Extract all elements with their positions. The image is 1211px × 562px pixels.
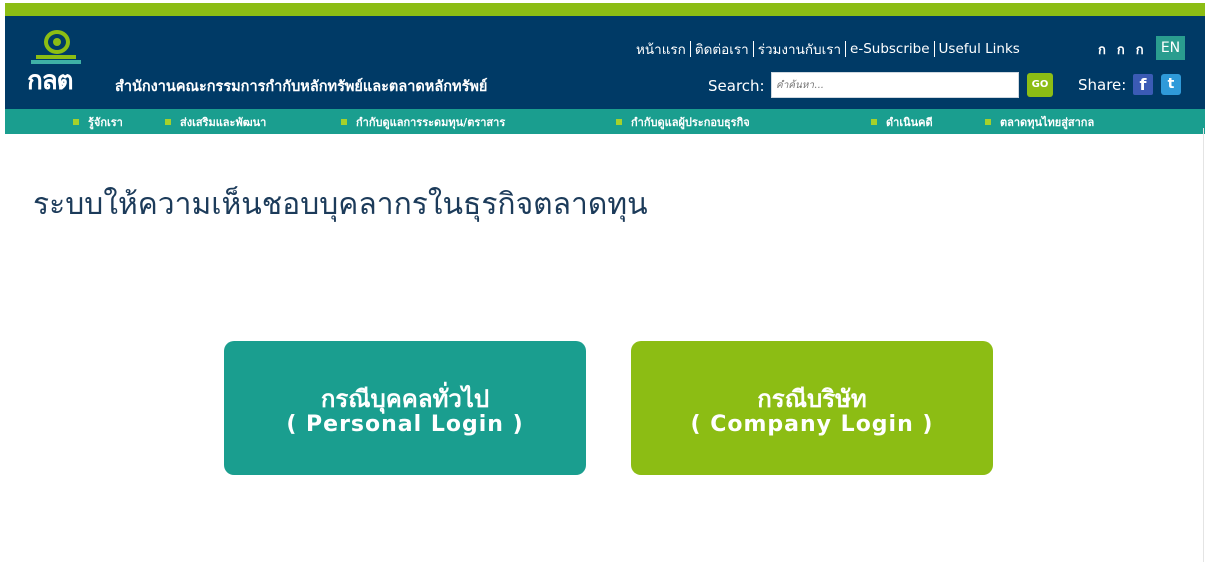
nav-item-business-supervision[interactable]: กำกับดูแลผู้ประกอบธุรกิจ (616, 109, 750, 134)
sec-logo[interactable]: กลต (23, 24, 103, 99)
link-divider (845, 41, 847, 57)
nav-item-international[interactable]: ตลาดทุนไทยสู่สากล (985, 109, 1094, 134)
nav-item-label: รู้จักเรา (88, 115, 123, 129)
bullet-icon (73, 118, 79, 125)
search-input[interactable] (771, 72, 1019, 98)
font-size-small[interactable]: ก (1098, 39, 1106, 60)
nav-item-enforcement[interactable]: ดำเนินคดี (871, 109, 933, 134)
link-e-subscribe[interactable]: e-Subscribe (850, 41, 930, 57)
language-en-button[interactable]: EN (1156, 36, 1185, 60)
logo-dot-icon (53, 38, 61, 46)
nav-item-promotion[interactable]: ส่งเสริมและพัฒนา (165, 109, 266, 134)
nav-item-fundraising[interactable]: กำกับดูแลการระดมทุน/ตราสาร (341, 109, 505, 134)
page-edge-divider (1203, 128, 1204, 562)
facebook-icon[interactable]: f (1133, 74, 1153, 95)
bullet-icon (165, 118, 171, 125)
main-navigation: รู้จักเรา ส่งเสริมและพัฒนา กำกับดูแลการร… (5, 109, 1205, 134)
search-label: Search: (708, 77, 765, 95)
bullet-icon (871, 118, 877, 125)
link-careers[interactable]: ร่วมงานกับเรา (758, 38, 841, 60)
personal-login-button[interactable]: กรณีบุคคลทั่วไป ( Personal Login ) (224, 341, 586, 475)
share-label: Share: (1078, 76, 1127, 94)
nav-item-label: ส่งเสริมและพัฒนา (180, 115, 267, 129)
page-title: ระบบให้ความเห็นชอบบุคลากรในธุรกิจตลาดทุน (33, 187, 648, 222)
nav-item-label: กำกับดูแลการระดมทุน/ตราสาร (356, 115, 506, 129)
nav-item-label: ตลาดทุนไทยสู่สากล (1000, 115, 1095, 129)
company-login-button[interactable]: กรณีบริษัท ( Company Login ) (631, 341, 993, 475)
twitter-icon[interactable]: t (1161, 74, 1181, 95)
font-size-selector: ก ก ก (1098, 39, 1155, 60)
company-login-sublabel: ( Company Login ) (690, 412, 934, 437)
link-useful-links[interactable]: Useful Links (939, 41, 1020, 57)
link-contact[interactable]: ติดต่อเรา (695, 38, 749, 60)
link-divider (689, 41, 691, 57)
search-go-button[interactable]: GO (1027, 73, 1053, 97)
nav-item-about[interactable]: รู้จักเรา (73, 109, 123, 134)
font-size-medium[interactable]: ก (1117, 39, 1125, 60)
bullet-icon (616, 118, 622, 125)
organization-name: สำนักงานคณะกรรมการกำกับหลักทรัพย์และตลาด… (115, 79, 488, 95)
font-size-large[interactable]: ก (1136, 39, 1144, 60)
link-home[interactable]: หน้าแรก (636, 38, 686, 60)
personal-login-sublabel: ( Personal Login ) (286, 412, 524, 437)
site-header: กลต สำนักงานคณะกรรมการกำกับหลักทรัพย์และ… (5, 16, 1205, 109)
logo-bar-icon (36, 55, 76, 59)
top-accent-stripe (5, 3, 1205, 16)
nav-item-label: ดำเนินคดี (886, 115, 933, 129)
page-frame: กลต สำนักงานคณะกรรมการกำกับหลักทรัพย์และ… (5, 3, 1205, 562)
top-links: หน้าแรก ติดต่อเรา ร่วมงานกับเรา e-Subscr… (636, 39, 1020, 59)
link-divider (933, 41, 935, 57)
link-divider (752, 41, 754, 57)
bullet-icon (341, 118, 347, 125)
logo-text: กลต (27, 66, 74, 96)
nav-item-label: กำกับดูแลผู้ประกอบธุรกิจ (631, 115, 750, 129)
bullet-icon (985, 118, 991, 125)
